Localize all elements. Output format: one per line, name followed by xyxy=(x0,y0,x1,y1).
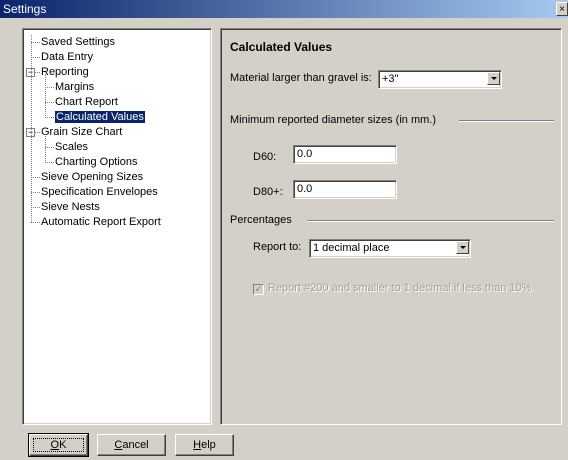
group-divider xyxy=(307,220,554,222)
window-title: Settings xyxy=(3,2,47,16)
tree-item[interactable]: Specification Envelopes xyxy=(41,185,158,199)
tree-connector xyxy=(45,147,54,148)
chevron-down-icon[interactable] xyxy=(487,72,500,85)
tree-item[interactable]: Grain Size Chart xyxy=(41,125,122,139)
tree-item-label: Grain Size Chart xyxy=(41,126,123,138)
tree-item-label: Calculated Values xyxy=(54,110,146,124)
ok-accel: O xyxy=(50,439,60,451)
d60-label: D60: xyxy=(253,151,277,163)
report-to-label: Report to: xyxy=(253,241,302,253)
d80-value: 0.0 xyxy=(297,183,313,195)
tree-item-label: Sieve Nests xyxy=(41,201,100,213)
tree-item[interactable]: Charting Options xyxy=(55,155,138,169)
tree-item[interactable]: Sieve Opening Sizes xyxy=(41,170,143,184)
tree-item[interactable]: Automatic Report Export xyxy=(41,215,161,229)
tree-connector xyxy=(31,42,40,43)
tree-connector xyxy=(45,117,54,118)
title-bar: Settings × xyxy=(0,0,568,18)
settings-panel: Calculated Values Material larger than g… xyxy=(220,28,562,425)
report200-checkbox[interactable]: ✓ xyxy=(253,284,264,295)
tree-item-label: Chart Report xyxy=(55,96,118,108)
cancel-button[interactable]: Cancel xyxy=(97,434,166,456)
tree-item-label: Sieve Opening Sizes xyxy=(41,171,144,183)
tree-item[interactable]: Saved Settings xyxy=(41,35,115,49)
tree-connector xyxy=(31,177,40,178)
report-to-value: 1 decimal place xyxy=(313,242,390,254)
panel-title: Calculated Values xyxy=(230,40,333,54)
help-rest: elp xyxy=(201,439,216,451)
tree-item[interactable]: Reporting xyxy=(41,65,89,79)
tree-item[interactable]: Data Entry xyxy=(41,50,93,64)
report-to-combo[interactable]: 1 decimal place xyxy=(309,239,471,258)
chevron-down-icon[interactable] xyxy=(456,241,469,254)
tree-connector xyxy=(45,74,46,118)
d80-label: D80+: xyxy=(253,186,283,198)
material-combo[interactable]: +3" xyxy=(378,70,502,89)
help-button[interactable]: Help xyxy=(175,434,234,456)
tree-item-label: Margins xyxy=(55,81,95,93)
group-divider xyxy=(459,120,554,122)
d60-value: 0.0 xyxy=(297,148,313,160)
material-value: +3" xyxy=(382,73,399,85)
tree-connector xyxy=(31,192,40,193)
close-icon[interactable]: × xyxy=(556,2,568,16)
cancel-rest: ancel xyxy=(122,439,149,451)
tree-item[interactable]: Sieve Nests xyxy=(41,200,100,214)
tree-connector xyxy=(31,35,32,222)
tree-item-label: Data Entry xyxy=(41,51,93,63)
tree-connector xyxy=(31,207,40,208)
percentages-group-label: Percentages xyxy=(230,214,292,226)
tree-item-label: Scales xyxy=(55,141,89,153)
tree-connector xyxy=(45,162,54,163)
tree-item-label: Automatic Report Export xyxy=(41,216,161,228)
tree-item[interactable]: Chart Report xyxy=(55,95,118,109)
material-label: Material larger than gravel is: xyxy=(230,72,372,84)
ok-button[interactable]: OK xyxy=(28,433,89,457)
d60-field[interactable]: 0.0 xyxy=(293,145,397,164)
ok-rest: K xyxy=(59,439,67,451)
tree-item-label: Saved Settings xyxy=(41,36,115,48)
tree-connector xyxy=(31,57,40,58)
tree-item-label: Reporting xyxy=(41,66,89,78)
tree-item[interactable]: Scales xyxy=(55,140,88,154)
tree-item-label: Specification Envelopes xyxy=(41,186,158,198)
help-accel: H xyxy=(193,439,202,451)
tree-item[interactable]: Calculated Values xyxy=(54,110,146,124)
d80-field[interactable]: 0.0 xyxy=(293,180,397,199)
tree-item[interactable]: Margins xyxy=(55,80,94,94)
tree-connector xyxy=(45,87,54,88)
tree-connector xyxy=(45,102,54,103)
tree-item-label: Charting Options xyxy=(55,156,138,168)
tree-connector xyxy=(31,222,40,223)
settings-tree[interactable]: Saved Settings Data Entry − Reporting Margin… xyxy=(22,28,212,425)
min-diameter-group-label: Minimum reported diameter sizes (in mm.) xyxy=(230,114,436,126)
report200-label: Report #200 and smaller to 1 decimal if … xyxy=(268,282,532,294)
tree-connector xyxy=(45,134,46,163)
